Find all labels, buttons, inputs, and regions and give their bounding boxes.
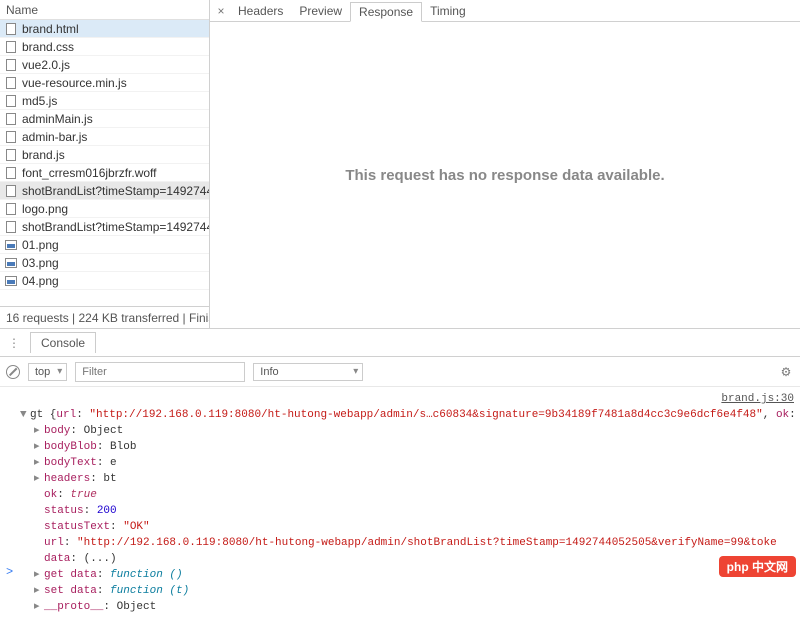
document-icon: [4, 166, 18, 180]
file-row[interactable]: vue-resource.min.js: [0, 74, 209, 92]
file-name: shotBrandList?timeStamp=1492744405..: [22, 184, 209, 198]
file-row[interactable]: 03.png: [0, 254, 209, 272]
file-name: 04.png: [22, 274, 59, 288]
file-row[interactable]: 04.png: [0, 272, 209, 290]
prop-bodyBlob[interactable]: ▸bodyBlob: Blob: [6, 439, 800, 455]
network-status-bar: 16 requests | 224 KB transferred | Finis…: [0, 306, 209, 328]
file-row[interactable]: logo.png: [0, 200, 209, 218]
prop-set-data[interactable]: ▸set data: function (t): [6, 583, 800, 599]
console-drawer-header: ⋮ Console: [0, 329, 800, 357]
file-row[interactable]: brand.js: [0, 146, 209, 164]
prop-ok[interactable]: ok: true: [6, 487, 800, 503]
file-row[interactable]: vue2.0.js: [0, 56, 209, 74]
clear-console-icon[interactable]: [6, 365, 20, 379]
document-icon: [4, 202, 18, 216]
file-row[interactable]: shotBrandList?timeStamp=1492744405..: [0, 218, 209, 236]
document-icon: [4, 40, 18, 54]
prop-proto[interactable]: ▸__proto__: Object: [6, 599, 800, 615]
console-prompt[interactable]: >: [6, 565, 13, 579]
file-name: md5.js: [22, 94, 57, 108]
log-level-selector[interactable]: Info: [253, 363, 363, 381]
file-name: logo.png: [22, 202, 68, 216]
tab-console[interactable]: Console: [30, 332, 96, 353]
file-row[interactable]: shotBrandList?timeStamp=1492744405..: [0, 182, 209, 200]
file-row[interactable]: font_crresm016jbrzfr.woff: [0, 164, 209, 182]
console-output: brand.js:30 ▼gt {url: "http://192.168.0.…: [0, 387, 800, 619]
file-name: brand.js: [22, 148, 65, 162]
source-link[interactable]: brand.js:30: [6, 391, 800, 407]
document-icon: [4, 76, 18, 90]
image-icon: [4, 238, 18, 252]
file-row[interactable]: brand.css: [0, 38, 209, 56]
prop-bodyText[interactable]: ▸bodyText: e: [6, 455, 800, 471]
file-row[interactable]: md5.js: [0, 92, 209, 110]
document-icon: [4, 22, 18, 36]
prop-statusText[interactable]: statusText: "OK": [6, 519, 800, 535]
image-icon: [4, 274, 18, 288]
document-icon: [4, 130, 18, 144]
file-row[interactable]: admin-bar.js: [0, 128, 209, 146]
prop-data[interactable]: data: (...): [6, 551, 800, 567]
document-icon: [4, 94, 18, 108]
file-name: brand.html: [22, 22, 79, 36]
document-icon: [4, 148, 18, 162]
prop-body[interactable]: ▸body: Object: [6, 423, 800, 439]
request-detail-panel: × HeadersPreviewResponseTiming This requ…: [210, 0, 800, 328]
drawer-menu-icon[interactable]: ⋮: [4, 336, 24, 350]
close-icon[interactable]: ×: [214, 4, 228, 18]
prop-status[interactable]: status: 200: [6, 503, 800, 519]
tab-response[interactable]: Response: [350, 2, 422, 22]
image-icon: [4, 256, 18, 270]
file-row[interactable]: 01.png: [0, 236, 209, 254]
name-column-header[interactable]: Name: [0, 0, 209, 20]
document-icon: [4, 184, 18, 198]
prop-url[interactable]: url: "http://192.168.0.119:8080/ht-huton…: [6, 535, 800, 551]
watermark-badge: php 中文网: [719, 556, 796, 577]
file-name: vue-resource.min.js: [22, 76, 127, 90]
file-name: 01.png: [22, 238, 59, 252]
file-name: adminMain.js: [22, 112, 93, 126]
filter-input[interactable]: [75, 362, 245, 382]
response-empty-message: This request has no response data availa…: [210, 22, 800, 328]
file-name: shotBrandList?timeStamp=1492744405..: [22, 220, 209, 234]
file-name: admin-bar.js: [22, 130, 87, 144]
document-icon: [4, 58, 18, 72]
detail-tabs: × HeadersPreviewResponseTiming: [210, 0, 800, 22]
file-name: brand.css: [22, 40, 74, 54]
log-object-summary[interactable]: ▼gt {url: "http://192.168.0.119:8080/ht-…: [6, 407, 800, 423]
file-row[interactable]: brand.html: [0, 20, 209, 38]
document-icon: [4, 112, 18, 126]
context-selector[interactable]: top: [28, 363, 67, 381]
file-name: 03.png: [22, 256, 59, 270]
tab-headers[interactable]: Headers: [230, 2, 291, 20]
network-request-list: Name brand.html brand.css vue2.0.js vue-res…: [0, 0, 210, 328]
document-icon: [4, 220, 18, 234]
tab-preview[interactable]: Preview: [291, 2, 350, 20]
file-name: vue2.0.js: [22, 58, 70, 72]
gear-icon[interactable]: ⚙: [778, 365, 794, 379]
file-name: font_crresm016jbrzfr.woff: [22, 166, 157, 180]
tab-timing[interactable]: Timing: [422, 2, 474, 20]
console-filter-bar: top Info ⚙: [0, 357, 800, 387]
file-list: brand.html brand.css vue2.0.js vue-resource…: [0, 20, 209, 306]
file-row[interactable]: adminMain.js: [0, 110, 209, 128]
prop-headers[interactable]: ▸headers: bt: [6, 471, 800, 487]
